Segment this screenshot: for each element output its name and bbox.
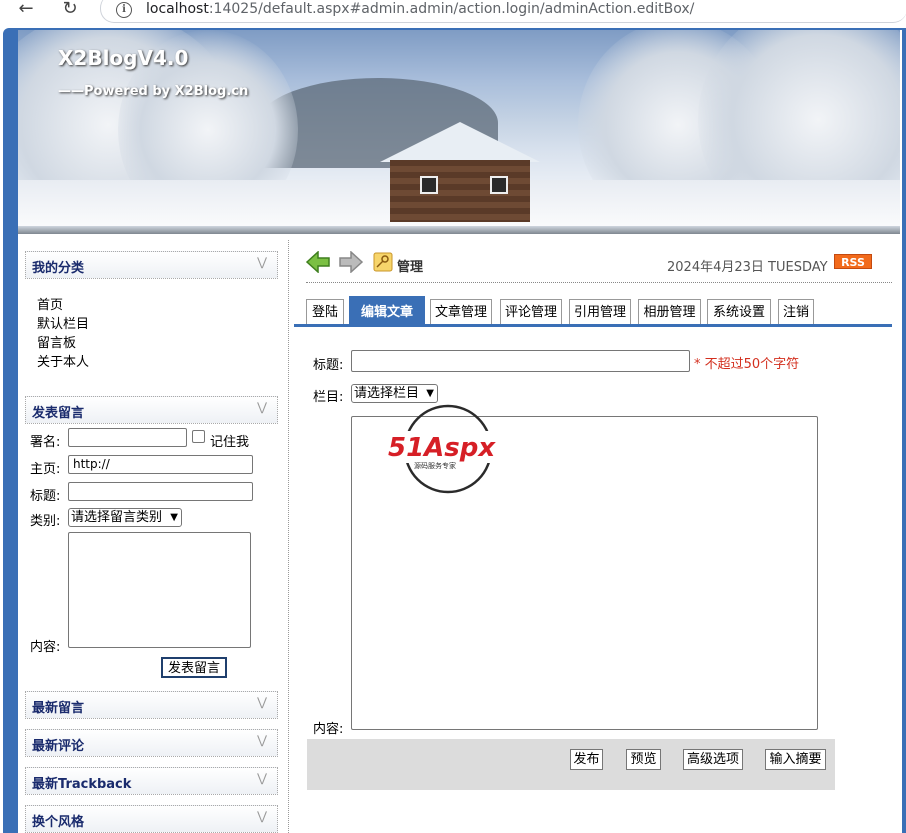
category-item[interactable]: 留言板 (37, 332, 76, 351)
latest-trackback-title: 最新Trackback (32, 777, 132, 792)
collapse-icon[interactable]: ⋁ (257, 255, 267, 269)
browser-toolbar: ← ↻ i localhost:14025/default.aspx#admin… (0, 0, 906, 24)
watermark-logo: 51Aspx 源码服务专家 (388, 404, 512, 494)
tab-article-manage[interactable]: 文章管理 (430, 299, 492, 324)
content-label: 内容: (313, 722, 344, 737)
article-title-input[interactable] (351, 350, 690, 372)
collapse-icon[interactable]: ⋁ (257, 695, 267, 709)
column-select[interactable]: 请选择栏目 ▼ (351, 384, 438, 403)
latest-comments-header[interactable]: 最新评论 ⋁ (25, 729, 278, 757)
tab-system-settings[interactable]: 系统设置 (707, 299, 771, 324)
tab-logout[interactable]: 注销 (778, 299, 814, 324)
message-type-select[interactable]: 请选择留言类别 ▼ (68, 508, 182, 527)
type-label: 类别: (30, 514, 61, 529)
change-style-header[interactable]: 换个风格 ⋁ (25, 805, 278, 833)
remember-checkbox[interactable] (192, 430, 205, 443)
name-input[interactable] (68, 428, 187, 447)
preview-button[interactable]: 预览 (626, 749, 661, 770)
column-divider (288, 240, 289, 833)
key-icon (373, 252, 393, 272)
title-label: 标题: (313, 358, 344, 373)
url-text[interactable]: localhost:14025/default.aspx#admin.admin… (146, 1, 694, 17)
manage-label[interactable]: 管理 (397, 256, 423, 275)
chevron-down-icon: ▼ (426, 388, 434, 399)
name-label: 署名: (30, 435, 61, 450)
submit-message-button[interactable]: 发表留言 (161, 657, 227, 678)
chevron-down-icon: ▼ (170, 512, 178, 523)
remember-label: 记住我 (210, 435, 250, 450)
latest-messages-title: 最新留言 (32, 701, 85, 716)
watermark-tagline: 源码服务专家 (414, 461, 456, 470)
collapse-icon[interactable]: ⋁ (257, 400, 267, 414)
column-label: 栏目: (313, 390, 344, 405)
current-date: 2024年4月23日 TUESDAY (667, 260, 828, 275)
advanced-options-button[interactable]: 高级选项 (683, 749, 743, 770)
category-item[interactable]: 首页 (37, 294, 63, 313)
reload-icon[interactable]: ↻ (58, 0, 82, 20)
home-label: 主页: (30, 462, 61, 477)
subject-label: 标题: (30, 489, 61, 504)
guestbook-title: 发表留言 (32, 406, 85, 421)
site-info-icon[interactable]: i (116, 2, 132, 18)
toolbar-divider (306, 282, 892, 283)
title-hint: * 不超过50个字符 (694, 357, 800, 372)
tab-album-manage[interactable]: 相册管理 (638, 299, 701, 324)
blog-subtitle: ——Powered by X2Blog.cn (58, 84, 249, 99)
latest-comments-title: 最新评论 (32, 739, 85, 754)
content-label: 内容: (30, 640, 61, 655)
message-content-textarea[interactable] (68, 532, 251, 648)
category-item[interactable]: 默认栏目 (37, 313, 89, 332)
categories-title: 我的分类 (32, 261, 85, 276)
tab-edit-article[interactable]: 编辑文章 (349, 296, 425, 326)
guestbook-header[interactable]: 发表留言 ⋁ (25, 396, 278, 424)
blog-title: X2BlogV4.0 (58, 46, 189, 70)
subject-input[interactable] (68, 482, 253, 501)
categories-header[interactable]: 我的分类 ⋁ (25, 251, 278, 279)
tab-underline (294, 324, 892, 327)
collapse-icon[interactable]: ⋁ (257, 809, 267, 823)
rss-badge[interactable]: RSS (834, 254, 872, 269)
latest-trackback-header[interactable]: 最新Trackback ⋁ (25, 767, 278, 795)
forward-arrow-icon[interactable] (339, 251, 363, 273)
watermark-brand: 51Aspx (388, 433, 496, 463)
category-item[interactable]: 关于本人 (37, 351, 89, 370)
back-arrow-icon[interactable] (306, 251, 330, 273)
collapse-icon[interactable]: ⋁ (257, 733, 267, 747)
publish-button[interactable]: 发布 (570, 749, 603, 770)
tab-login[interactable]: 登陆 (306, 299, 344, 324)
home-input[interactable]: http:// (68, 455, 253, 474)
tab-trackback-manage[interactable]: 引用管理 (569, 299, 631, 324)
input-summary-button[interactable]: 输入摘要 (765, 749, 826, 770)
change-style-title: 换个风格 (32, 815, 85, 830)
back-icon[interactable]: ← (14, 0, 38, 20)
latest-messages-header[interactable]: 最新留言 ⋁ (25, 691, 278, 719)
tab-comment-manage[interactable]: 评论管理 (500, 299, 562, 324)
cabin-image (380, 122, 540, 222)
collapse-icon[interactable]: ⋁ (257, 771, 267, 785)
